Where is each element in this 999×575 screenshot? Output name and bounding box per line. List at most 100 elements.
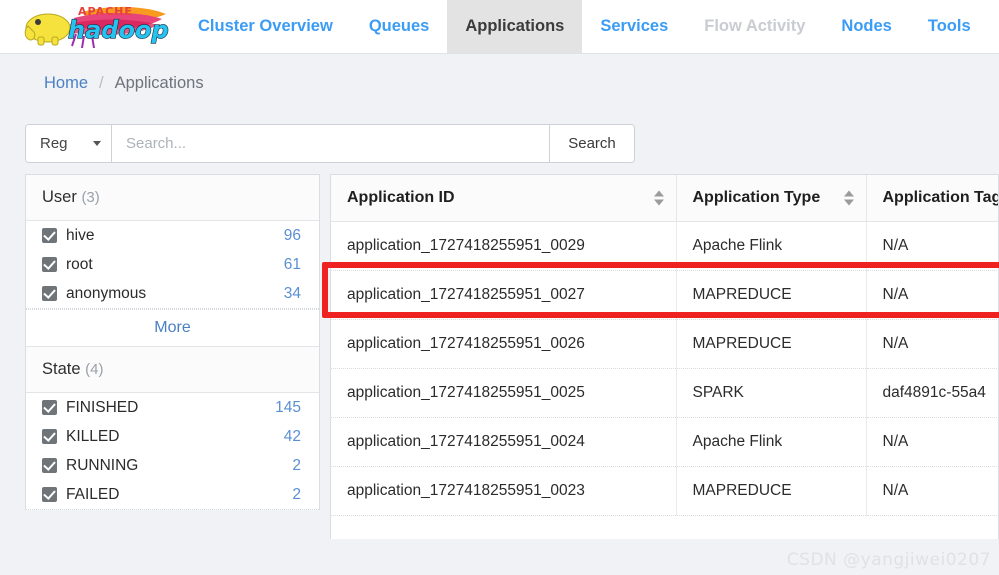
cell-application-type: MAPREDUCE: [676, 270, 867, 320]
facet-count: 34: [283, 284, 301, 302]
body-area: User (3) hive 96 root 61 anonymous 34 Mo…: [0, 174, 999, 539]
facet-label: FINISHED: [66, 398, 139, 416]
cell-application-tag: N/A: [866, 221, 998, 271]
search-input[interactable]: [112, 124, 549, 162]
sort-ascending-icon[interactable]: [653, 190, 664, 197]
cell-application-type: SPARK: [676, 368, 867, 418]
checkbox-checked-icon[interactable]: [42, 286, 57, 301]
facet-item-hive[interactable]: hive 96: [26, 221, 319, 250]
cell-application-id[interactable]: application_1727418255951_0027: [331, 270, 677, 320]
sort-arrows-icon[interactable]: [653, 190, 664, 206]
nav-item-flow-activity: Flow Activity: [704, 17, 806, 35]
search-mode-select[interactable]: Reg: [26, 124, 112, 162]
column-header-application-type[interactable]: Application Type: [676, 175, 867, 222]
user-panel-count: (3): [81, 189, 100, 206]
nav-item-queues[interactable]: Queues: [351, 0, 448, 53]
sort-descending-icon[interactable]: [843, 199, 854, 206]
facet-item-root[interactable]: root 61: [26, 250, 319, 279]
facet-label: RUNNING: [66, 456, 139, 474]
user-facet-list: hive 96 root 61 anonymous 34: [26, 221, 319, 309]
column-header-application-id[interactable]: Application ID: [331, 175, 677, 222]
search-group: Reg Search: [25, 123, 635, 163]
facet-item-running[interactable]: RUNNING 2: [26, 451, 319, 480]
cell-application-id[interactable]: application_1727418255951_0024: [331, 417, 677, 467]
search-row: Reg Search: [0, 112, 999, 174]
table-header: Application ID Application Type Applicat…: [331, 175, 999, 222]
state-panel-title: State: [42, 360, 81, 378]
cell-application-tag: N/A: [866, 270, 998, 320]
user-panel-title: User: [42, 188, 77, 206]
table-body: application_1727418255951_0029 Apache Fl…: [331, 221, 998, 516]
table-row[interactable]: application_1727418255951_0023 MAPREDUCE…: [331, 466, 998, 516]
cell-application-id[interactable]: application_1727418255951_0025: [331, 368, 677, 418]
cell-application-tag: daf4891c-55a4: [866, 368, 998, 418]
hadoop-logo-svg: APACHE hadoop: [24, 5, 169, 48]
table-header-row: Application ID Application Type Applicat…: [331, 175, 999, 222]
checkbox-checked-icon[interactable]: [42, 228, 57, 243]
column-header-application-tag[interactable]: Application Tag: [866, 175, 999, 222]
sort-arrows-icon[interactable]: [843, 190, 854, 206]
cell-application-id[interactable]: application_1727418255951_0023: [331, 466, 677, 516]
nav-links: Cluster Overview Queues Applications Ser…: [180, 0, 999, 53]
user-panel-header: User (3): [26, 175, 319, 221]
state-facet-list: FINISHED 145 KILLED 42 RUNNING 2 FAILED …: [26, 393, 319, 510]
applications-table: Application ID Application Type Applicat…: [331, 175, 999, 516]
nav-item-applications[interactable]: Applications: [447, 0, 583, 53]
facet-item-finished[interactable]: FINISHED 145: [26, 393, 319, 422]
checkbox-checked-icon[interactable]: [42, 400, 57, 415]
breadcrumb-current: Applications: [114, 73, 204, 92]
table-row[interactable]: application_1727418255951_0026 MAPREDUCE…: [331, 319, 998, 369]
nav-item-nodes[interactable]: Nodes: [823, 0, 909, 53]
facet-label: FAILED: [66, 485, 120, 503]
breadcrumb-home[interactable]: Home: [44, 74, 88, 93]
table-row[interactable]: application_1727418255951_0027 MAPREDUCE…: [331, 270, 998, 320]
column-header-label: Application Type: [692, 189, 821, 206]
facet-count: 61: [283, 255, 301, 273]
checkbox-checked-icon[interactable]: [42, 429, 57, 444]
search-button[interactable]: Search: [549, 124, 634, 162]
cell-application-tag: N/A: [866, 466, 998, 516]
facet-label: root: [66, 255, 93, 273]
facet-count: 2: [292, 485, 301, 503]
facet-label: anonymous: [66, 284, 147, 302]
checkbox-checked-icon[interactable]: [42, 487, 57, 502]
state-panel-count: (4): [85, 361, 104, 378]
hadoop-logo[interactable]: APACHE hadoop: [0, 0, 180, 53]
checkbox-checked-icon[interactable]: [42, 257, 57, 272]
table-row[interactable]: application_1727418255951_0024 Apache Fl…: [331, 417, 998, 467]
facet-label: hive: [66, 226, 95, 244]
column-header-label: Application Tag: [882, 189, 999, 206]
user-more-link[interactable]: More: [26, 309, 319, 346]
facet-count: 2: [292, 456, 301, 474]
facet-count: 42: [283, 427, 301, 445]
filter-sidebar: User (3) hive 96 root 61 anonymous 34 Mo…: [25, 174, 320, 510]
cell-application-tag: N/A: [866, 319, 998, 369]
search-mode-value: Reg: [40, 134, 68, 152]
cell-application-tag: N/A: [866, 417, 998, 467]
breadcrumb: Home / Applications: [0, 54, 999, 112]
table-row[interactable]: application_1727418255951_0029 Apache Fl…: [331, 221, 998, 271]
facet-item-killed[interactable]: KILLED 42: [26, 422, 319, 451]
facet-count: 145: [275, 398, 301, 416]
cell-application-type: MAPREDUCE: [676, 466, 867, 516]
facet-item-anonymous[interactable]: anonymous 34: [26, 279, 319, 308]
watermark: CSDN @yangjiwei0207: [786, 550, 991, 570]
chevron-down-icon: [93, 140, 101, 146]
facet-count: 96: [283, 226, 301, 244]
nav-item-services[interactable]: Services: [582, 0, 686, 53]
facet-item-failed[interactable]: FAILED 2: [26, 480, 319, 509]
cell-application-id[interactable]: application_1727418255951_0026: [331, 319, 677, 369]
top-navbar: APACHE hadoop Cluster Overview Queues Ap…: [0, 0, 999, 54]
checkbox-checked-icon[interactable]: [42, 458, 57, 473]
sort-descending-icon[interactable]: [653, 199, 664, 206]
table-row[interactable]: application_1727418255951_0025 SPARK daf…: [331, 368, 998, 418]
facet-label: KILLED: [66, 427, 120, 445]
column-header-label: Application ID: [347, 189, 455, 206]
state-panel-header: State (4): [26, 346, 319, 393]
applications-table-container: Application ID Application Type Applicat…: [330, 174, 999, 539]
nav-item-tools[interactable]: Tools: [910, 0, 989, 53]
sort-ascending-icon[interactable]: [843, 190, 854, 197]
cell-application-id[interactable]: application_1727418255951_0029: [331, 221, 677, 271]
nav-item-cluster-overview[interactable]: Cluster Overview: [180, 0, 351, 53]
cell-application-type: Apache Flink: [676, 417, 867, 467]
